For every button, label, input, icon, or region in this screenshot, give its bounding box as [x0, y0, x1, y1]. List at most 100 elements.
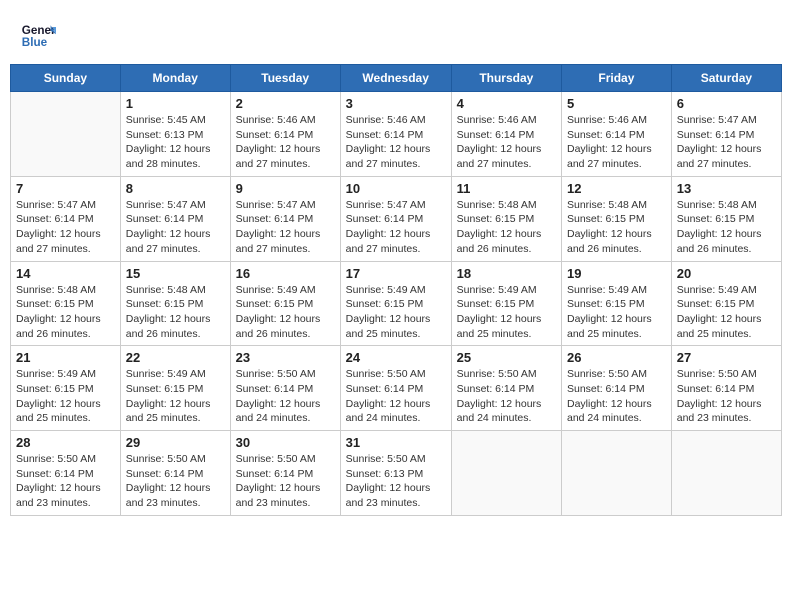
calendar-cell: 16 Sunrise: 5:49 AMSunset: 6:15 PMDayligh…: [230, 261, 340, 346]
column-header-monday: Monday: [120, 65, 230, 92]
day-number: 7: [16, 181, 115, 196]
day-number: 11: [457, 181, 556, 196]
calendar-cell: 9 Sunrise: 5:47 AMSunset: 6:14 PMDaylight…: [230, 176, 340, 261]
calendar-cell: 22 Sunrise: 5:49 AMSunset: 6:15 PMDayligh…: [120, 346, 230, 431]
calendar-cell: 19 Sunrise: 5:49 AMSunset: 6:15 PMDayligh…: [562, 261, 672, 346]
day-number: 24: [346, 350, 446, 365]
day-info: Sunrise: 5:50 AMSunset: 6:14 PMDaylight:…: [677, 367, 776, 426]
calendar-cell: 1Sunrise: 5:45 AMSunset: 6:13 PMDaylight…: [120, 92, 230, 177]
day-number: 27: [677, 350, 776, 365]
day-number: 4: [457, 96, 556, 111]
day-number: 22: [126, 350, 225, 365]
calendar-cell: 27 Sunrise: 5:50 AMSunset: 6:14 PMDayligh…: [671, 346, 781, 431]
day-info: Sunrise: 5:48 AMSunset: 6:15 PMDaylight:…: [16, 283, 115, 342]
day-number: 3: [346, 96, 446, 111]
calendar-cell: 21 Sunrise: 5:49 AMSunset: 6:15 PMDayligh…: [11, 346, 121, 431]
day-number: 13: [677, 181, 776, 196]
week-row-3: 14Sunrise: 5:48 AMSunset: 6:15 PMDayligh…: [11, 261, 782, 346]
calendar-cell: 3Sunrise: 5:46 AMSunset: 6:14 PMDaylight…: [340, 92, 451, 177]
calendar-cell: 15Sunrise: 5:48 AMSunset: 6:15 PMDayligh…: [120, 261, 230, 346]
calendar-cell: 5 Sunrise: 5:46 AMSunset: 6:14 PMDaylight…: [562, 92, 672, 177]
day-number: 15: [126, 266, 225, 281]
day-info: Sunrise: 5:49 AMSunset: 6:15 PMDaylight:…: [567, 283, 666, 342]
day-info: Sunrise: 5:48 AMSunset: 6:15 PMDaylight:…: [677, 198, 776, 257]
day-number: 25: [457, 350, 556, 365]
day-number: 21: [16, 350, 115, 365]
calendar-cell: 31Sunrise: 5:50 AMSunset: 6:13 PMDayligh…: [340, 431, 451, 516]
week-row-2: 7 Sunrise: 5:47 AMSunset: 6:14 PMDaylight…: [11, 176, 782, 261]
day-info: Sunrise: 5:49 AMSunset: 6:15 PMDaylight:…: [677, 283, 776, 342]
calendar-cell: 18 Sunrise: 5:49 AMSunset: 6:15 PMDayligh…: [451, 261, 561, 346]
calendar-cell: 25 Sunrise: 5:50 AMSunset: 6:14 PMDayligh…: [451, 346, 561, 431]
day-number: 8: [126, 181, 225, 196]
calendar-cell: 29 Sunrise: 5:50 AMSunset: 6:14 PMDayligh…: [120, 431, 230, 516]
day-info: Sunrise: 5:49 AMSunset: 6:15 PMDaylight:…: [236, 283, 335, 342]
week-row-1: 1Sunrise: 5:45 AMSunset: 6:13 PMDaylight…: [11, 92, 782, 177]
day-info: Sunrise: 5:45 AMSunset: 6:13 PMDaylight:…: [126, 113, 225, 172]
day-info: Sunrise: 5:48 AMSunset: 6:15 PMDaylight:…: [567, 198, 666, 257]
day-info: Sunrise: 5:49 AMSunset: 6:15 PMDaylight:…: [126, 367, 225, 426]
column-header-friday: Friday: [562, 65, 672, 92]
calendar-cell: 14Sunrise: 5:48 AMSunset: 6:15 PMDayligh…: [11, 261, 121, 346]
week-row-4: 21 Sunrise: 5:49 AMSunset: 6:15 PMDayligh…: [11, 346, 782, 431]
calendar-cell: [451, 431, 561, 516]
calendar-cell: 13 Sunrise: 5:48 AMSunset: 6:15 PMDayligh…: [671, 176, 781, 261]
day-info: Sunrise: 5:47 AMSunset: 6:14 PMDaylight:…: [346, 198, 446, 257]
calendar-cell: 10 Sunrise: 5:47 AMSunset: 6:14 PMDayligh…: [340, 176, 451, 261]
day-info: Sunrise: 5:46 AMSunset: 6:14 PMDaylight:…: [457, 113, 556, 172]
logo-icon: General Blue: [20, 18, 56, 54]
day-number: 9: [236, 181, 335, 196]
column-header-tuesday: Tuesday: [230, 65, 340, 92]
day-info: Sunrise: 5:50 AMSunset: 6:14 PMDaylight:…: [126, 452, 225, 511]
day-number: 29: [126, 435, 225, 450]
header: General Blue: [10, 10, 782, 58]
day-number: 16: [236, 266, 335, 281]
day-info: Sunrise: 5:50 AMSunset: 6:14 PMDaylight:…: [457, 367, 556, 426]
calendar-cell: 17Sunrise: 5:49 AMSunset: 6:15 PMDayligh…: [340, 261, 451, 346]
day-info: Sunrise: 5:50 AMSunset: 6:14 PMDaylight:…: [236, 367, 335, 426]
calendar-cell: 8 Sunrise: 5:47 AMSunset: 6:14 PMDaylight…: [120, 176, 230, 261]
column-header-thursday: Thursday: [451, 65, 561, 92]
column-header-sunday: Sunday: [11, 65, 121, 92]
day-info: Sunrise: 5:49 AMSunset: 6:15 PMDaylight:…: [457, 283, 556, 342]
day-info: Sunrise: 5:49 AMSunset: 6:15 PMDaylight:…: [346, 283, 446, 342]
day-number: 20: [677, 266, 776, 281]
day-number: 2: [236, 96, 335, 111]
logo: General Blue: [20, 18, 56, 54]
day-info: Sunrise: 5:46 AMSunset: 6:14 PMDaylight:…: [567, 113, 666, 172]
calendar-cell: 12 Sunrise: 5:48 AMSunset: 6:15 PMDayligh…: [562, 176, 672, 261]
calendar-cell: 28Sunrise: 5:50 AMSunset: 6:14 PMDayligh…: [11, 431, 121, 516]
day-number: 10: [346, 181, 446, 196]
calendar-cell: 20 Sunrise: 5:49 AMSunset: 6:15 PMDayligh…: [671, 261, 781, 346]
calendar-cell: [11, 92, 121, 177]
day-number: 19: [567, 266, 666, 281]
calendar-cell: 30 Sunrise: 5:50 AMSunset: 6:14 PMDayligh…: [230, 431, 340, 516]
day-info: Sunrise: 5:47 AMSunset: 6:14 PMDaylight:…: [236, 198, 335, 257]
calendar-cell: 26Sunrise: 5:50 AMSunset: 6:14 PMDayligh…: [562, 346, 672, 431]
day-info: Sunrise: 5:50 AMSunset: 6:14 PMDaylight:…: [16, 452, 115, 511]
calendar-cell: 2 Sunrise: 5:46 AMSunset: 6:14 PMDaylight…: [230, 92, 340, 177]
calendar-cell: [562, 431, 672, 516]
calendar-table: SundayMondayTuesdayWednesdayThursdayFrid…: [10, 64, 782, 516]
day-number: 23: [236, 350, 335, 365]
calendar-cell: 6Sunrise: 5:47 AMSunset: 6:14 PMDaylight…: [671, 92, 781, 177]
day-number: 26: [567, 350, 666, 365]
day-number: 5: [567, 96, 666, 111]
day-info: Sunrise: 5:47 AMSunset: 6:14 PMDaylight:…: [126, 198, 225, 257]
day-number: 18: [457, 266, 556, 281]
calendar-cell: 23 Sunrise: 5:50 AMSunset: 6:14 PMDayligh…: [230, 346, 340, 431]
day-number: 31: [346, 435, 446, 450]
calendar-cell: 24 Sunrise: 5:50 AMSunset: 6:14 PMDayligh…: [340, 346, 451, 431]
svg-text:Blue: Blue: [22, 36, 48, 49]
day-info: Sunrise: 5:50 AMSunset: 6:14 PMDaylight:…: [346, 367, 446, 426]
day-info: Sunrise: 5:49 AMSunset: 6:15 PMDaylight:…: [16, 367, 115, 426]
column-header-wednesday: Wednesday: [340, 65, 451, 92]
day-number: 12: [567, 181, 666, 196]
day-info: Sunrise: 5:46 AMSunset: 6:14 PMDaylight:…: [236, 113, 335, 172]
calendar-cell: [671, 431, 781, 516]
day-number: 6: [677, 96, 776, 111]
day-info: Sunrise: 5:50 AMSunset: 6:14 PMDaylight:…: [236, 452, 335, 511]
day-number: 30: [236, 435, 335, 450]
calendar-header-row: SundayMondayTuesdayWednesdayThursdayFrid…: [11, 65, 782, 92]
calendar-cell: 4 Sunrise: 5:46 AMSunset: 6:14 PMDaylight…: [451, 92, 561, 177]
